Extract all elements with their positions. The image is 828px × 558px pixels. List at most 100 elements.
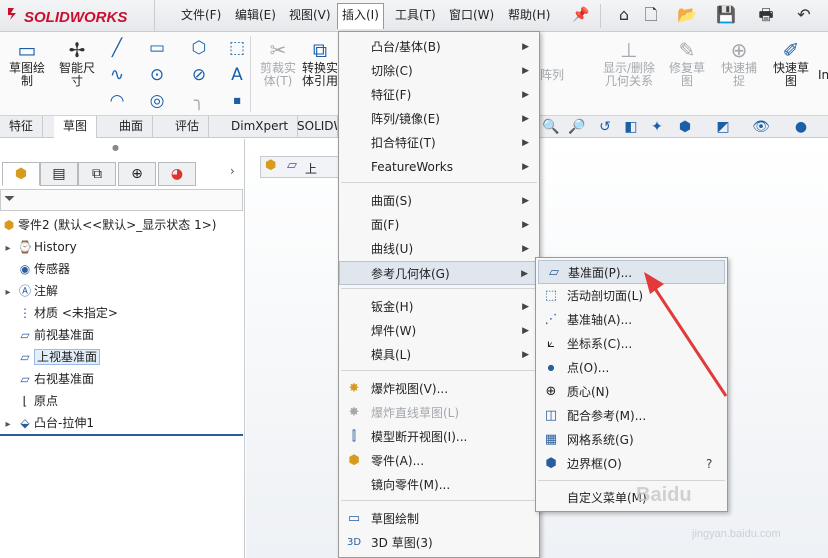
fillet-icon[interactable]: ╮ <box>188 90 210 112</box>
ellipse-icon[interactable]: ⊘ <box>188 64 210 86</box>
point-icon[interactable]: ■ <box>226 90 248 112</box>
menu-help[interactable]: 帮助(H) <box>504 7 554 25</box>
smart-dimension-button[interactable]: ✢ 智能尺 寸 <box>54 38 100 88</box>
sketch-icon: ▭ <box>17 38 37 62</box>
tab-evaluate[interactable]: 评估 <box>166 116 210 138</box>
panel-handle-icon[interactable]: ● <box>112 143 119 152</box>
menu-tools[interactable]: 工具(T) <box>391 7 440 25</box>
rapid-sketch-button[interactable]: ✐ 快速草 图 <box>768 38 814 88</box>
tree-item-origin[interactable]: ⌊ 原点 <box>0 390 58 412</box>
menu-item-face[interactable]: 面(F) ▶ <box>339 213 539 237</box>
annotation-icon: Ⓐ <box>18 284 31 298</box>
menu-item-customize-menu[interactable]: 自定义菜单(M) <box>536 486 727 510</box>
quick-snaps-button[interactable]: ⊕ 快速捕 捉 <box>716 38 762 88</box>
appearance-icon[interactable]: ● <box>790 116 812 138</box>
tab-feature-manager[interactable]: ⬢ <box>2 162 40 186</box>
menu-edit[interactable]: 编辑(E) <box>231 7 280 25</box>
polygon-icon[interactable]: ⬡ <box>188 37 210 59</box>
menu-item-exploded-view[interactable]: ✸ 爆炸视图(V)... <box>339 377 539 401</box>
zoom-fit-icon[interactable]: 🔍 <box>540 116 562 138</box>
menu-item-sheet-metal[interactable]: 钣金(H) ▶ <box>339 295 539 319</box>
tab-display-manager[interactable]: ◕ <box>158 162 196 186</box>
menu-insert[interactable]: 插入(I) <box>337 3 384 29</box>
menu-item-weldments[interactable]: 焊件(W) ▶ <box>339 319 539 343</box>
print-icon[interactable]: 🖶 <box>755 4 777 26</box>
menu-item-reference-geometry[interactable]: 参考几何体(G) ▶ <box>339 261 539 285</box>
tree-item-right-plane[interactable]: ▱ 右视基准面 <box>0 368 94 390</box>
tree-item-history[interactable]: ▸ ⌚ History <box>0 236 76 260</box>
display-style-icon[interactable]: ◩ <box>712 116 734 138</box>
arc-icon[interactable]: ◠ <box>106 90 128 112</box>
repair-sketch-button[interactable]: ✎ 修复草 图 <box>664 38 710 88</box>
save-icon[interactable]: 💾 <box>715 4 737 26</box>
text-icon[interactable]: A <box>226 64 248 86</box>
display-relations-button[interactable]: ⊥ 显示/删除 几何关系 <box>598 38 660 88</box>
convert-button[interactable]: ⧉ 转换实 体引用 <box>302 38 338 88</box>
menu-item-mirror-part[interactable]: 镜向零件(M)... <box>339 473 539 497</box>
tree-item-front-plane[interactable]: ▱ 前视基准面 <box>0 324 94 346</box>
menu-view[interactable]: 视图(V) <box>285 7 335 25</box>
tab-solidworks[interactable]: SOLIDW <box>288 116 338 138</box>
menu-item-model-break-view[interactable]: ⫿ 模型断开视图(I)... <box>339 425 539 449</box>
zoom-area-icon[interactable]: 🔎 <box>566 116 588 138</box>
breadcrumb[interactable]: ⬢ ▱ 上 <box>260 156 350 178</box>
dashed-box-icon[interactable]: ⬚ <box>226 37 248 59</box>
rollback-bar[interactable] <box>0 434 243 436</box>
menu-item-fastening[interactable]: 扣合特征(T) ▶ <box>339 131 539 155</box>
tab-dimxpert-manager[interactable]: ⊕ <box>118 162 156 186</box>
menu-item-surface[interactable]: 曲面(S) ▶ <box>339 189 539 213</box>
expand-icon[interactable]: ▸ <box>0 282 16 304</box>
menu-item-molds[interactable]: 模具(L) ▶ <box>339 343 539 367</box>
line-icon[interactable]: ╱ <box>106 37 128 59</box>
tree-item-material[interactable]: ⋮ 材质 <未指定> <box>0 302 118 324</box>
sketch-button[interactable]: ▭ 草图绘 制 <box>4 38 50 88</box>
filter-bar[interactable]: ⏷ <box>0 189 243 211</box>
menu-item-featureworks[interactable]: FeatureWorks ▶ <box>339 155 539 179</box>
tab-configuration-manager[interactable]: ⧉ <box>78 162 116 186</box>
tree-item-boss-extrude[interactable]: ▸ ⬙ 凸台-拉伸1 <box>0 412 93 436</box>
tree-item-annotations[interactable]: ▸ Ⓐ 注解 <box>0 280 58 302</box>
tree-item-top-plane[interactable]: ▱ 上视基准面 <box>0 346 101 368</box>
dynamic-annotation-icon[interactable]: ✦ <box>646 116 668 138</box>
slot-icon[interactable]: ⊙ <box>146 64 168 86</box>
chevron-right-icon[interactable]: › <box>230 164 235 178</box>
new-file-icon[interactable]: 🗋 <box>640 4 662 26</box>
tab-surfaces[interactable]: 曲面 <box>110 116 154 138</box>
tree-item-sensors[interactable]: ◉ 传感器 <box>0 258 70 280</box>
menu-item-cut[interactable]: 切除(C) ▶ <box>339 59 539 83</box>
tab-sketch[interactable]: 草图 <box>54 116 98 138</box>
menu-item-explode-line-sketch[interactable]: ✸ 爆炸直线草图(L) <box>339 401 539 425</box>
help-icon[interactable]: ? <box>706 452 712 476</box>
trim-button[interactable]: ✂ 剪裁实 体(T) <box>256 38 300 88</box>
submenu-arrow-icon: ▶ <box>522 66 529 76</box>
previous-view-icon[interactable]: ↺ <box>594 116 616 138</box>
tree-root[interactable]: ⬢ 零件2 (默认<<默认>_显示状态 1>) <box>0 214 217 236</box>
menu-window[interactable]: 窗口(W) <box>445 7 498 25</box>
expand-icon[interactable]: ▸ <box>0 414 16 436</box>
menu-item-sketch[interactable]: ▭ 草图绘制 <box>339 507 539 531</box>
tab-dimxpert[interactable]: DimXpert <box>222 116 299 138</box>
menu-file[interactable]: 文件(F) <box>177 7 225 25</box>
undo-icon[interactable]: ↶ <box>793 4 815 26</box>
menu-item-boss-base[interactable]: 凸台/基体(B) ▶ <box>339 35 539 59</box>
expand-icon[interactable]: ▸ <box>0 238 16 260</box>
section-view-icon[interactable]: ◧ <box>620 116 642 138</box>
tab-features[interactable]: 特征 <box>0 116 44 138</box>
menu-item-pattern-mirror[interactable]: 阵列/镜像(E) ▶ <box>339 107 539 131</box>
rectangle-icon[interactable]: ▭ <box>146 37 168 59</box>
spline-icon[interactable]: ∿ <box>106 64 128 86</box>
menu-item-bounding-box[interactable]: ⬢ 边界框(O)? <box>536 452 727 476</box>
menu-item-grid-system[interactable]: ▦ 网格系统(G) <box>536 428 727 452</box>
menu-item-curve[interactable]: 曲线(U) ▶ <box>339 237 539 261</box>
menu-item-part[interactable]: ⬢ 零件(A)... <box>339 449 539 473</box>
menu-item-mate-reference[interactable]: ◫ 配合参考(M)... <box>536 404 727 428</box>
menu-item-features[interactable]: 特征(F) ▶ <box>339 83 539 107</box>
home-icon[interactable]: ⌂ <box>613 4 635 26</box>
open-icon[interactable]: 📂 <box>676 4 698 26</box>
tab-property-manager[interactable]: ▤ <box>40 162 78 186</box>
view-orientation-icon[interactable]: ⬢ <box>674 116 696 138</box>
circle-icon[interactable]: ◎ <box>146 90 168 112</box>
pin-icon[interactable]: 📌 <box>570 4 592 26</box>
hide-show-icon[interactable]: 👁 <box>750 116 772 138</box>
menu-item-3d-sketch[interactable]: 3D 3D 草图(3) <box>339 531 539 555</box>
